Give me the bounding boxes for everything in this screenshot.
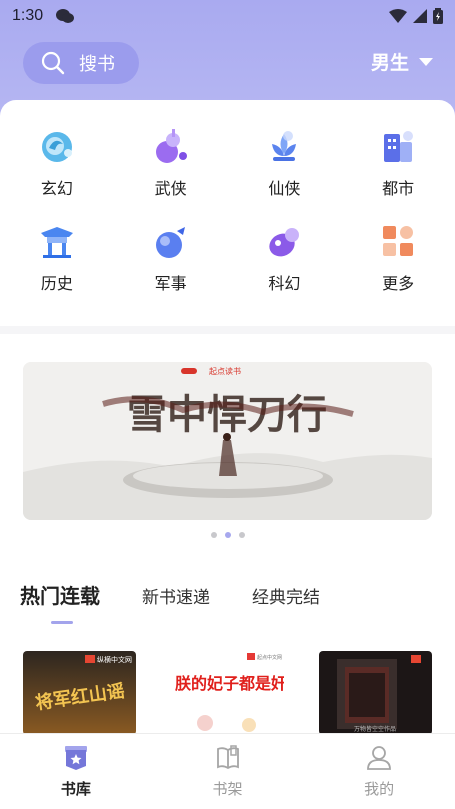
category-xianxia[interactable]: 仙侠: [228, 126, 342, 199]
carousel-dot[interactable]: [210, 532, 217, 538]
book-title: 朕的妃子都是奸: [175, 674, 284, 693]
category-kehuan[interactable]: 科幻: [228, 221, 342, 294]
library-icon: [64, 746, 87, 770]
gender-selector[interactable]: 男生: [371, 48, 433, 75]
promo-banner[interactable]: 起点读书 雪中悍刀行: [23, 362, 432, 520]
nav-bookshelf[interactable]: 书架: [152, 734, 304, 809]
status-bar: 1:30: [0, 0, 455, 32]
nav-library-label: 书库: [60, 780, 91, 798]
book-cover[interactable]: 万物皆空空作品: [319, 651, 432, 735]
wechat-icon: [56, 9, 75, 23]
category-label: 仙侠: [268, 179, 301, 198]
carousel-indicator: [0, 532, 455, 538]
banner-brand: 起点读书: [209, 366, 241, 376]
book-list: 纵横中文网 将军红山谣 起点中文网 朕的妃子都是奸 万物皆空空作品: [23, 651, 433, 735]
signal-icon: [413, 9, 427, 23]
category-wuxia[interactable]: 武侠: [114, 126, 228, 199]
kehuan-icon: [269, 228, 300, 257]
book-publisher: 纵横中文网: [97, 655, 132, 664]
category-label: 军事: [154, 274, 187, 293]
category-label: 武侠: [154, 179, 187, 198]
category-label: 历史: [40, 274, 73, 293]
dushi-icon: [384, 131, 414, 162]
more-icon: [383, 226, 414, 256]
book-cover[interactable]: 起点中文网 朕的妃子都是奸: [171, 651, 284, 735]
category-junshi[interactable]: 军事: [114, 221, 228, 294]
book-cover[interactable]: 纵横中文网 将军红山谣: [23, 651, 136, 735]
search-button[interactable]: 搜书: [23, 42, 139, 84]
category-lishi[interactable]: 历史: [0, 221, 114, 294]
tab-indicator: [51, 621, 73, 624]
profile-icon: [367, 746, 392, 770]
wuxia-icon: [155, 129, 187, 163]
wifi-icon: [389, 9, 407, 23]
tab-classic-finished[interactable]: 经典完结: [252, 583, 320, 608]
tab-new-books[interactable]: 新书速递: [142, 583, 210, 608]
category-panel: 玄幻 武侠 仙侠 都市 历史 军事 科幻 更多: [0, 100, 455, 328]
category-dushi[interactable]: 都市: [341, 126, 455, 199]
book-cover-art: 纵横中文网 将军红山谣: [23, 651, 136, 735]
category-more[interactable]: 更多: [341, 221, 455, 294]
bottom-nav: 书库 书架 我的: [0, 733, 455, 809]
battery-icon: [433, 8, 443, 24]
nav-profile-label: 我的: [364, 780, 395, 798]
nav-bookshelf-label: 书架: [212, 780, 243, 798]
book-publisher: 起点中文网: [257, 654, 282, 661]
junshi-icon: [155, 227, 185, 258]
xuanhuan-icon: [41, 132, 72, 162]
chevron-down-icon: [419, 57, 433, 66]
nav-library[interactable]: 书库: [0, 734, 152, 809]
category-label: 都市: [382, 179, 415, 198]
section-divider: [0, 326, 455, 334]
tab-hot-serial[interactable]: 热门连载: [20, 580, 100, 609]
carousel-dot-active[interactable]: [224, 532, 231, 538]
status-time: 1:30: [12, 7, 44, 24]
xianxia-icon: [272, 131, 297, 161]
search-label: 搜书: [79, 54, 115, 75]
gender-label: 男生: [370, 52, 409, 74]
carousel-dot[interactable]: [238, 532, 245, 538]
bookshelf-icon: [216, 745, 239, 770]
category-xuanhuan[interactable]: 玄幻: [0, 126, 114, 199]
banner-title: 雪中悍刀行: [127, 391, 327, 438]
category-label: 更多: [382, 274, 415, 293]
category-label: 科幻: [268, 274, 301, 293]
lishi-icon: [40, 227, 73, 258]
book-publisher: 万物皆空空作品: [354, 725, 396, 733]
book-cover-art: 起点中文网 朕的妃子都是奸: [171, 651, 284, 735]
category-label: 玄幻: [40, 179, 73, 198]
book-cover-art: 万物皆空空作品: [319, 651, 432, 735]
banner-artwork: 起点读书 雪中悍刀行: [23, 362, 432, 520]
section-tabs: 热门连载 新书速递 经典完结: [20, 580, 362, 609]
search-icon: [41, 51, 65, 75]
nav-profile[interactable]: 我的: [303, 734, 455, 809]
